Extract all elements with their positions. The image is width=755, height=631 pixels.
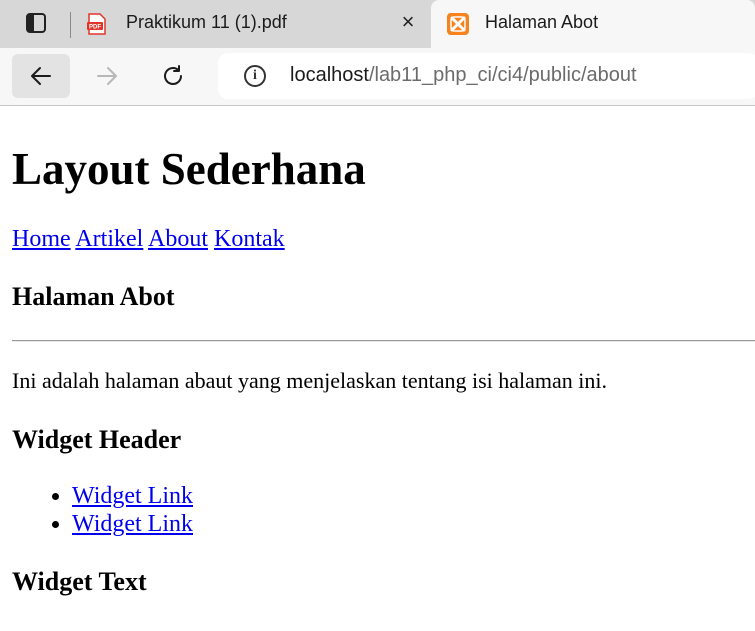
back-button[interactable] bbox=[12, 54, 70, 98]
close-tab-icon[interactable]: × bbox=[396, 10, 420, 34]
widget-link[interactable]: Widget Link bbox=[72, 511, 193, 537]
main-menu: Home Artikel About Kontak bbox=[12, 226, 285, 253]
forward-button[interactable] bbox=[78, 54, 136, 98]
url-path: /lab11_php_ci/ci4/public/about bbox=[368, 64, 637, 86]
widget-link-list: Widget Link Widget Link bbox=[12, 482, 193, 538]
tab-actions-icon bbox=[26, 13, 46, 33]
menu-link-artikel[interactable]: Artikel bbox=[75, 226, 143, 252]
info-icon[interactable]: i bbox=[244, 65, 266, 87]
tab-title: Praktikum 11 (1).pdf bbox=[126, 12, 287, 32]
arrow-left-icon bbox=[31, 67, 51, 85]
reload-button[interactable] bbox=[144, 54, 202, 98]
address-bar[interactable]: i localhost/lab11_php_ci/ci4/public/abou… bbox=[218, 53, 755, 99]
pdf-icon: PDF bbox=[86, 13, 108, 35]
xampp-icon bbox=[447, 13, 469, 35]
divider bbox=[12, 340, 755, 342]
section-heading: Halaman Abot bbox=[12, 282, 175, 311]
url-text: localhost/lab11_php_ci/ci4/public/about bbox=[290, 64, 637, 87]
list-item: Widget Link bbox=[72, 510, 193, 538]
navigation-bar: i localhost/lab11_php_ci/ci4/public/abou… bbox=[0, 48, 755, 106]
widget-text-heading: Widget Text bbox=[12, 567, 147, 596]
tab-separator bbox=[70, 12, 71, 38]
url-host: localhost bbox=[290, 64, 369, 86]
tab-pdf[interactable]: PDF Praktikum 11 (1).pdf × bbox=[78, 0, 422, 48]
menu-link-home[interactable]: Home bbox=[12, 226, 71, 252]
tab-title: Halaman Abot bbox=[485, 12, 599, 32]
menu-link-about[interactable]: About bbox=[148, 226, 208, 252]
arrow-right-icon bbox=[97, 67, 117, 85]
widget-header: Widget Header bbox=[12, 425, 182, 454]
svg-text:PDF: PDF bbox=[89, 25, 101, 31]
page-title: Layout Sederhana bbox=[12, 144, 366, 194]
list-item: Widget Link bbox=[72, 482, 193, 510]
reload-icon bbox=[164, 65, 182, 85]
tab-actions-button[interactable] bbox=[10, 10, 62, 38]
tab-bar: PDF Praktikum 11 (1).pdf × Halaman Abot bbox=[0, 0, 755, 48]
body-text: Ini adalah halaman abaut yang menjelaska… bbox=[12, 368, 608, 393]
widget-link[interactable]: Widget Link bbox=[72, 483, 193, 509]
tab-active[interactable]: Halaman Abot bbox=[431, 0, 755, 48]
menu-link-kontak[interactable]: Kontak bbox=[214, 226, 285, 252]
